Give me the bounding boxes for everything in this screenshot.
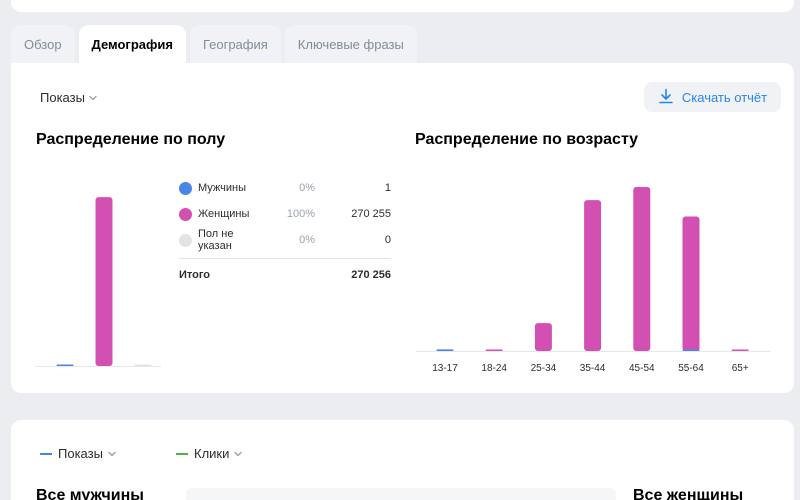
metric-dropdown[interactable]: Показы: [40, 90, 98, 105]
legend-divider: [179, 258, 391, 259]
metric2-dropdown[interactable]: Клики: [176, 446, 243, 461]
legend-value: 1: [384, 182, 391, 194]
tab-demography[interactable]: Демография: [78, 25, 186, 63]
legend-total: Итого 270 256: [179, 265, 391, 285]
metric1-dropdown[interactable]: Показы: [40, 446, 117, 461]
legend-percent: 100%: [286, 208, 315, 220]
metric-dropdown-label: Показы: [40, 90, 85, 105]
chevron-down-icon: [233, 449, 243, 459]
gender-chart: [35, 197, 161, 367]
all-men-title: Все мужчины: [36, 487, 144, 500]
metric2-label: Клики: [194, 446, 230, 461]
legend-name: Женщины: [198, 208, 250, 220]
download-report-button[interactable]: Скачать отчёт: [644, 82, 781, 112]
metric1-label: Показы: [58, 446, 103, 461]
age-tick-label: 45-54: [629, 363, 655, 374]
gender-bar-1: [95, 197, 113, 366]
age-tick-label: 35-44: [580, 363, 606, 374]
gender-legend: Мужчины 0% 1 Женщины 100% 270 255 Пол не…: [179, 175, 391, 285]
chevron-down-icon: [88, 93, 98, 103]
age-bar-0-6: [731, 349, 749, 351]
age-bar-0-4: [633, 187, 651, 351]
age-tick-label: 65+: [732, 363, 749, 374]
male-dot: [179, 181, 192, 195]
gender-bar-2: [134, 364, 152, 366]
age-tick-label: 25-34: [531, 363, 557, 374]
age-tick-label: 13-17: [432, 363, 458, 374]
legend-row-male: Мужчины 0% 1: [179, 175, 391, 201]
legend-row-female: Женщины 100% 270 255: [179, 201, 391, 227]
total-value: 270 256: [351, 269, 391, 281]
comparison-card: Показы Клики Все мужчины Все женщины: [11, 420, 794, 500]
unknown-dot: [179, 233, 192, 247]
age-bar-0-5: [682, 216, 700, 351]
chevron-down-icon: [107, 449, 117, 459]
legend-name: Мужчины: [198, 182, 247, 194]
tab-geography[interactable]: География: [189, 25, 281, 63]
age-tick-label: 55-64: [678, 363, 704, 374]
all-women-title: Все женщины: [633, 487, 744, 500]
age-tick-label: 18-24: [481, 363, 507, 374]
gender-bar-0: [56, 364, 74, 366]
download-icon: [658, 88, 674, 107]
tab-bar: Обзор Демография География Ключевые фраз…: [11, 25, 417, 63]
metric2-line-icon: [176, 452, 188, 455]
legend-value: 270 255: [351, 208, 391, 220]
metric1-line-icon: [40, 452, 52, 455]
comparison-placeholder: [186, 488, 616, 500]
tab-overview[interactable]: Обзор: [11, 25, 75, 63]
legend-percent: 0%: [299, 234, 315, 246]
tab-keywords[interactable]: Ключевые фразы: [284, 25, 417, 63]
age-bar-0-3: [584, 200, 602, 351]
age-title: Распределение по возрасту: [415, 131, 639, 148]
age-chart: 13-17 18-24 25-34 35-44 45-54 55-64 65+: [416, 187, 771, 374]
total-label: Итого: [179, 269, 211, 281]
legend-row-unknown: Пол не указан 0% 0: [179, 227, 391, 253]
age-bar-1-5: [682, 349, 700, 351]
gender-title: Распределение по полу: [36, 131, 226, 148]
top-card: [11, 0, 794, 12]
download-label: Скачать отчёт: [681, 89, 768, 105]
legend-value: 0: [384, 234, 391, 246]
age-bar-0-1: [485, 349, 503, 351]
legend-percent: 0%: [299, 182, 315, 194]
age-bar-0-2: [534, 323, 552, 351]
female-dot: [179, 207, 192, 221]
legend-name: Пол не указан: [198, 228, 234, 252]
demography-card: Показы Скачать отчёт Распределение по по…: [11, 63, 794, 393]
age-bar-1-0: [436, 349, 454, 351]
